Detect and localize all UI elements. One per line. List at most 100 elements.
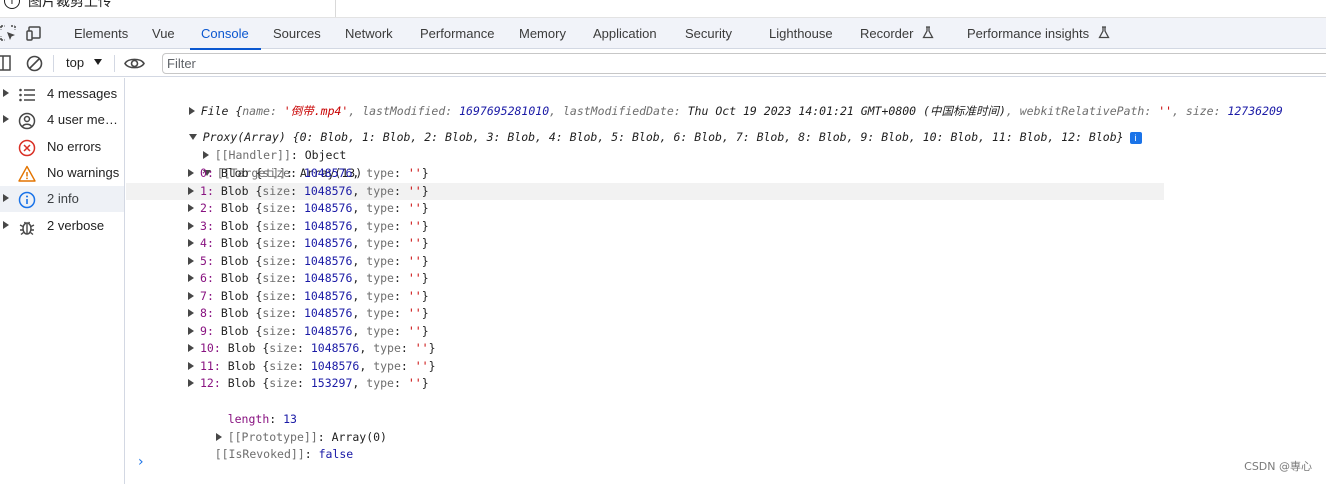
blob-index: 9 [200, 323, 207, 338]
blob-index: 5 [200, 253, 207, 268]
sidebar-item-warnings[interactable]: No warnings [0, 160, 124, 186]
blob-index: 6 [200, 271, 207, 285]
blob-row[interactable]: 3: Blob {size: 1048576, type: ''} [188, 218, 429, 235]
blob-row[interactable]: 7: Blob {size: 1048576, type: ''} [188, 288, 429, 305]
expand-arrow-icon[interactable] [188, 326, 194, 335]
tab-console[interactable]: Console [190, 18, 261, 50]
expand-arrow-icon[interactable] [188, 169, 194, 177]
top-divider [335, 0, 336, 17]
expand-arrow-icon[interactable] [188, 309, 194, 317]
chevron-down-icon[interactable] [94, 59, 102, 65]
blob-type-value: '' [407, 183, 422, 198]
blob-size-key: size [262, 166, 291, 180]
blob-index-colon: : [206, 288, 214, 303]
blob-row[interactable]: 10: Blob {size: 1048576, type: ''} [188, 340, 436, 357]
sidebar-item-info[interactable]: 2 info [0, 186, 124, 212]
expand-arrow-icon[interactable] [3, 194, 9, 202]
blob-type-name: Blob [220, 218, 249, 233]
blob-type-value: '' [407, 288, 422, 303]
user-icon [18, 112, 36, 130]
bug-icon [19, 221, 35, 236]
blob-row[interactable]: 8: Blob {size: 1048576, type: ''} [188, 305, 429, 322]
filter-input[interactable] [162, 53, 1326, 74]
file-size-value: 12736209 [1227, 104, 1283, 118]
blob-row[interactable]: 4: Blob {size: 1048576, type: ''} [188, 235, 429, 252]
blob-size-value: 1048576 [303, 166, 353, 180]
expand-arrow-icon[interactable] [188, 291, 194, 300]
tab-security[interactable]: Security [685, 18, 732, 49]
tab-vue[interactable]: Vue [152, 18, 175, 49]
clear-console-icon[interactable] [26, 55, 43, 72]
blob-row[interactable]: 11: Blob {size: 1048576, type: ''} [188, 358, 436, 375]
sidebar-item-errors[interactable]: No errors [0, 134, 124, 160]
console-output: File {name: '倒带.mp4', lastModified: 1697… [126, 78, 1326, 484]
context-selector[interactable]: top [66, 55, 84, 70]
proxy-target-row[interactable]: [[Target]]: Array(13) [175, 148, 362, 180]
blob-row[interactable]: 12: Blob {size: 153297, type: ''} [188, 375, 429, 392]
blob-type-name: Blob [220, 288, 249, 303]
blob-row[interactable]: 0: Blob {size: 1048576, type: ''} [188, 165, 429, 182]
expand-arrow-icon[interactable] [188, 186, 194, 195]
info-badge-icon[interactable]: i [1129, 132, 1142, 144]
expand-arrow-icon[interactable] [3, 89, 9, 97]
info-icon [18, 191, 36, 209]
expand-arrow-icon[interactable] [188, 256, 194, 265]
tab-memory[interactable]: Memory [519, 18, 566, 49]
expand-arrow-icon[interactable] [3, 221, 9, 229]
expand-arrow-icon[interactable] [188, 379, 194, 387]
tab-network[interactable]: Network [345, 18, 393, 49]
sidebar-item-label: 2 verbose [47, 218, 105, 233]
blob-row[interactable]: 2: Blob {size: 1048576, type: ''} [188, 200, 429, 217]
toolbar-separator [114, 55, 115, 72]
experiment-flask-icon [1098, 26, 1110, 39]
watermark: CSDN @専心 [1244, 460, 1312, 473]
blob-size-key: size [262, 236, 291, 250]
sidebar-item-verbose[interactable]: 2 verbose [0, 213, 124, 239]
blob-size-key: size [262, 201, 291, 215]
blob-index: 2 [200, 201, 207, 215]
expand-arrow-icon[interactable] [3, 115, 9, 123]
blob-size-value: 1048576 [303, 323, 353, 338]
device-toolbar-icon[interactable] [26, 25, 42, 41]
expand-arrow-icon[interactable] [188, 344, 194, 352]
blob-type-key: type [366, 376, 394, 390]
expand-arrow-icon[interactable] [188, 361, 194, 370]
expand-arrow-icon[interactable] [188, 221, 194, 230]
blob-index-colon: : [206, 166, 214, 180]
tab-sources[interactable]: Sources [273, 18, 321, 49]
blob-size-value: 1048576 [310, 341, 360, 355]
blob-size-key: size [262, 218, 291, 233]
blob-index-colon: : [206, 253, 214, 268]
tab-recorder[interactable]: Recorder [860, 18, 934, 49]
expand-arrow-icon[interactable] [188, 204, 194, 212]
live-expression-eye-icon[interactable] [124, 56, 145, 71]
tab-elements[interactable]: Elements [74, 18, 128, 49]
console-prompt-chevron-icon[interactable]: › [138, 454, 144, 470]
file-relativepath-value: '' [1158, 104, 1173, 118]
console-message-file[interactable]: File {name: '倒带.mp4', lastModified: 1697… [161, 86, 1283, 118]
blob-index-colon: : [213, 376, 221, 390]
inspect-element-icon[interactable] [0, 25, 16, 41]
page-top-text: 图片裁剪上传 [28, 0, 112, 9]
blob-row[interactable]: 6: Blob {size: 1048576, type: ''} [188, 270, 429, 287]
sidebar-item-messages[interactable]: 4 messages [0, 81, 124, 107]
blob-index: 7 [200, 288, 207, 303]
proxy-handler-row[interactable]: [[Handler]]: Object [175, 130, 346, 162]
prototype-row[interactable]: [[Prototype]]: Array(0) [188, 412, 387, 444]
expand-arrow-icon[interactable] [188, 274, 194, 282]
console-message-proxy[interactable]: Proxy(Array) {0: Blob, 1: Blob, 2: Blob,… [161, 112, 1142, 144]
blob-type-key: type [366, 236, 394, 250]
blob-row[interactable]: 5: Blob {size: 1048576, type: ''} [188, 253, 429, 270]
blob-type-value: '' [407, 166, 422, 180]
blob-row[interactable]: 9: Blob {size: 1048576, type: ''} [188, 323, 429, 340]
tab-application[interactable]: Application [593, 18, 657, 49]
tab-lighthouse[interactable]: Lighthouse [769, 18, 833, 49]
sidebar-item-user-messages[interactable]: 4 user mes… [0, 107, 124, 133]
sidebar-item-label: No errors [47, 139, 102, 154]
blob-row[interactable]: 1: Blob {size: 1048576, type: ''} [126, 182, 1164, 200]
tab-performance[interactable]: Performance [420, 18, 494, 49]
tab-performance-insights[interactable]: Performance insights [967, 18, 1110, 49]
blob-index: 0 [200, 166, 207, 180]
sidebar-toggle-icon[interactable] [0, 55, 11, 71]
expand-arrow-icon[interactable] [188, 239, 194, 247]
